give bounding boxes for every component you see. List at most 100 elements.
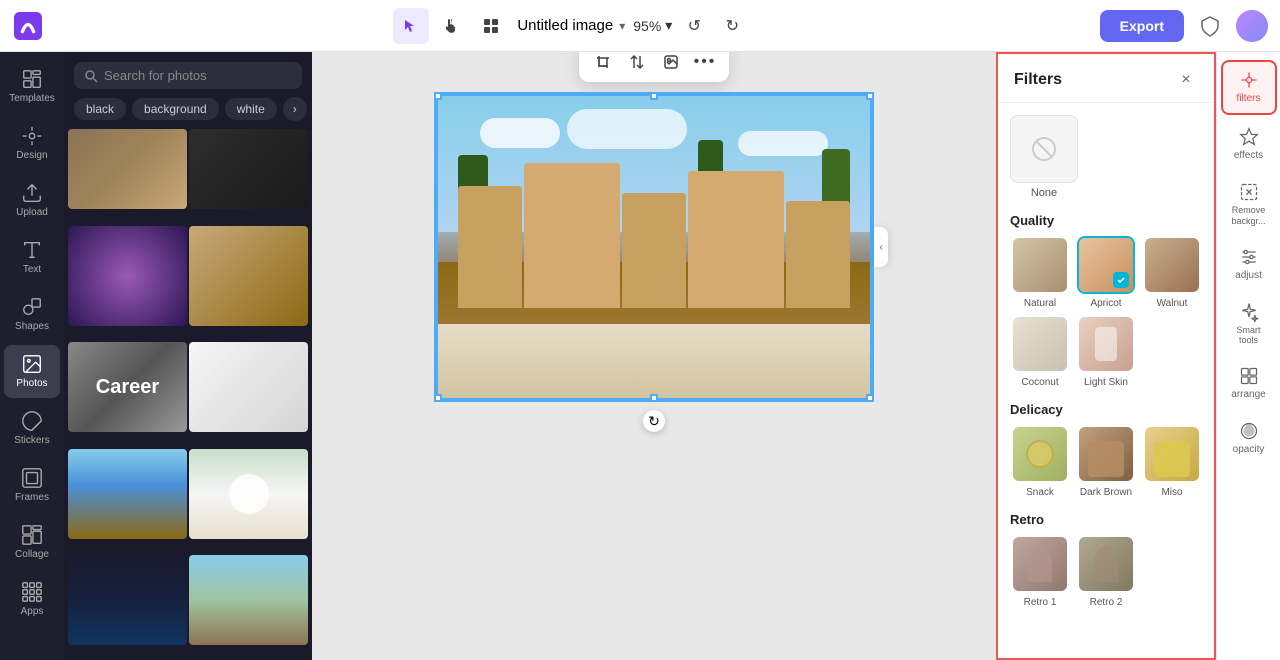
layout-tool[interactable] bbox=[473, 8, 509, 44]
photo-item-7[interactable] bbox=[68, 449, 187, 539]
filter-retro1[interactable]: Retro 1 bbox=[1010, 535, 1070, 608]
sidebar-item-apps[interactable]: Apps bbox=[4, 573, 60, 626]
filter-retro2-thumb bbox=[1077, 535, 1135, 593]
filter-miso-label: Miso bbox=[1161, 487, 1182, 498]
sidebar-label-stickers: Stickers bbox=[14, 435, 50, 447]
sidebar-label-templates: Templates bbox=[9, 93, 55, 105]
temple-background bbox=[436, 94, 872, 400]
right-sidebar-remove-bg[interactable]: Removebackgr... bbox=[1221, 174, 1277, 235]
rotate-handle[interactable]: ↻ bbox=[643, 410, 665, 432]
pan-tool[interactable] bbox=[433, 8, 469, 44]
right-sidebar-opacity[interactable]: opacity bbox=[1221, 413, 1277, 464]
flip-button[interactable] bbox=[621, 52, 653, 78]
canvas-wrapper: ••• bbox=[434, 92, 874, 402]
user-avatar[interactable] bbox=[1236, 10, 1268, 42]
shield-icon[interactable] bbox=[1194, 10, 1226, 42]
photo-item-10[interactable] bbox=[189, 555, 308, 645]
canvas-image[interactable] bbox=[434, 92, 874, 402]
right-sidebar-effects[interactable]: effects bbox=[1221, 119, 1277, 170]
sidebar-item-collage[interactable]: Collage bbox=[4, 516, 60, 569]
tag-background[interactable]: background bbox=[132, 98, 219, 120]
filter-none[interactable]: None bbox=[1010, 115, 1078, 199]
right-sidebar-opacity-label: opacity bbox=[1233, 444, 1265, 456]
photo-item-9[interactable] bbox=[68, 555, 187, 645]
filter-retro1-label: Retro 1 bbox=[1024, 597, 1057, 608]
topbar-right: Export bbox=[1100, 10, 1268, 42]
sidebar-item-text[interactable]: Text bbox=[4, 231, 60, 284]
sidebar-label-upload: Upload bbox=[16, 207, 48, 219]
undo-button[interactable]: ↺ bbox=[676, 8, 712, 44]
sidebar-label-collage: Collage bbox=[15, 549, 49, 561]
crop-button[interactable] bbox=[587, 52, 619, 78]
sidebar-item-design[interactable]: Design bbox=[4, 117, 60, 170]
topbar-zoom-tools: 95% ▾ ↺ ↻ bbox=[633, 8, 750, 44]
photo-item-4[interactable] bbox=[189, 226, 308, 326]
right-sidebar-adjust[interactable]: adjust bbox=[1221, 239, 1277, 290]
sidebar-item-templates[interactable]: Templates bbox=[4, 60, 60, 113]
right-sidebar-arrange[interactable]: arrange bbox=[1221, 358, 1277, 409]
export-button[interactable]: Export bbox=[1100, 10, 1184, 42]
replace-button[interactable] bbox=[655, 52, 687, 78]
filter-snack[interactable]: Snack bbox=[1010, 425, 1070, 498]
section-delicacy-title: Delicacy bbox=[1010, 402, 1202, 417]
filter-light-skin[interactable]: Light Skin bbox=[1076, 315, 1136, 388]
filter-apricot[interactable]: Apricot bbox=[1076, 236, 1136, 309]
photo-item-3[interactable] bbox=[68, 226, 187, 326]
right-sidebar-adjust-label: adjust bbox=[1235, 270, 1262, 282]
filter-natural[interactable]: Natural bbox=[1010, 236, 1070, 309]
photo-item-5[interactable]: Career bbox=[68, 342, 187, 432]
photo-item-2[interactable] bbox=[189, 129, 308, 209]
sidebar-item-photos[interactable]: Photos bbox=[4, 345, 60, 398]
sidebar-item-frames[interactable]: Frames bbox=[4, 459, 60, 512]
right-sidebar-filters[interactable]: filters bbox=[1221, 60, 1277, 115]
filter-coconut[interactable]: Coconut bbox=[1010, 315, 1070, 388]
zoom-value: 95% bbox=[633, 18, 661, 34]
select-tool[interactable] bbox=[393, 8, 429, 44]
sidebar-label-frames: Frames bbox=[15, 492, 49, 504]
canva-logo[interactable] bbox=[12, 10, 44, 42]
search-input[interactable] bbox=[104, 68, 292, 83]
filters-close-button[interactable]: × bbox=[1174, 68, 1198, 92]
filter-light-skin-thumb bbox=[1077, 315, 1135, 373]
filter-retro1-thumb bbox=[1011, 535, 1069, 593]
quality-filter-grid: Natural Apricot bbox=[1010, 236, 1202, 388]
filter-apricot-thumb bbox=[1077, 236, 1135, 294]
topbar-tools bbox=[393, 8, 509, 44]
sidebar-item-stickers[interactable]: Stickers bbox=[4, 402, 60, 455]
filter-walnut[interactable]: Walnut bbox=[1142, 236, 1202, 309]
photos-grid: Career bbox=[64, 129, 312, 660]
left-panel: black background white › Career bbox=[64, 52, 312, 660]
redo-button[interactable]: ↻ bbox=[714, 8, 750, 44]
filter-dark-brown-thumb bbox=[1077, 425, 1135, 483]
filter-coconut-thumb bbox=[1011, 315, 1069, 373]
more-options-button[interactable]: ••• bbox=[689, 52, 721, 78]
delicacy-filter-grid: Snack Dark Brown bbox=[1010, 425, 1202, 498]
photo-item-8[interactable] bbox=[189, 449, 308, 539]
filter-dark-brown[interactable]: Dark Brown bbox=[1076, 425, 1136, 498]
right-sidebar-smart-tools-label: Smarttools bbox=[1236, 325, 1260, 347]
zoom-control[interactable]: 95% ▾ bbox=[633, 17, 672, 34]
tag-white[interactable]: white bbox=[225, 98, 277, 120]
filter-natural-label: Natural bbox=[1024, 298, 1056, 309]
photo-item-6[interactable] bbox=[189, 342, 308, 432]
filter-miso-thumb bbox=[1143, 425, 1201, 483]
topbar-doc-title[interactable]: Untitled image ▾ bbox=[517, 17, 625, 34]
photo-item-1[interactable] bbox=[68, 129, 187, 209]
section-retro-title: Retro bbox=[1010, 512, 1202, 527]
more-icon: ••• bbox=[694, 53, 717, 71]
filter-light-skin-label: Light Skin bbox=[1084, 377, 1128, 388]
right-sidebar-smart-tools[interactable]: Smarttools bbox=[1221, 294, 1277, 355]
title-chevron-icon: ▾ bbox=[619, 19, 625, 33]
tag-scroll-right[interactable]: › bbox=[283, 97, 307, 121]
sidebar-item-upload[interactable]: Upload bbox=[4, 174, 60, 227]
filter-miso[interactable]: Miso bbox=[1142, 425, 1202, 498]
panel-collapse-handle[interactable]: ‹ bbox=[874, 227, 888, 267]
topbar: Untitled image ▾ 95% ▾ ↺ ↻ Export bbox=[0, 0, 1280, 52]
tag-black[interactable]: black bbox=[74, 98, 126, 120]
search-bar[interactable] bbox=[74, 62, 302, 89]
filters-header: Filters × bbox=[998, 54, 1214, 103]
sidebar-icons: Templates Design Upload bbox=[0, 52, 64, 660]
right-sidebar-arrange-label: arrange bbox=[1231, 389, 1265, 401]
sidebar-item-shapes[interactable]: Shapes bbox=[4, 288, 60, 341]
filter-retro2[interactable]: Retro 2 bbox=[1076, 535, 1136, 608]
